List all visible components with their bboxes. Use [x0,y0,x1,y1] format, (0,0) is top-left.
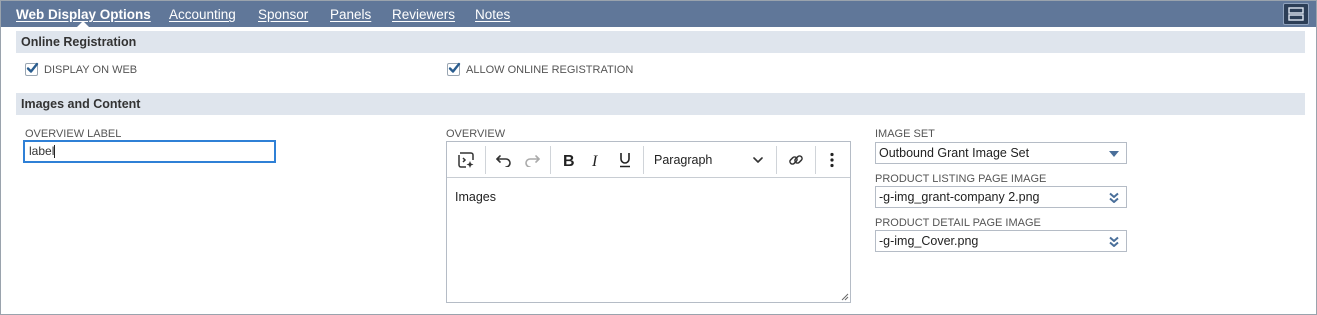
redo-icon [525,154,540,167]
tab-panels[interactable]: Panels [330,1,371,27]
text-cursor [54,145,56,159]
section-header-images-and-content: Images and Content [16,93,1305,115]
image-set-value: Outbound Grant Image Set [879,146,1030,160]
section-header-online-registration: Online Registration [16,31,1305,53]
allow-online-registration-checkbox[interactable]: ALLOW ONLINE REGISTRATION [447,62,634,76]
dropdown-arrow-icon [1109,151,1119,157]
more-options-button[interactable] [820,146,844,174]
toolbar-separator [485,145,486,174]
svg-text:B: B [563,153,575,168]
link-icon [789,154,803,165]
svg-text:I: I [591,153,598,168]
product-listing-image-select[interactable]: -g-img_grant-company 2.png [875,186,1127,208]
overview-field-label: OVERVIEW [446,128,506,140]
double-chevron-down-icon [1109,236,1119,247]
product-detail-image-field-label: PRODUCT DETAIL PAGE IMAGE [875,217,1041,229]
image-set-field-label: IMAGE SET [875,128,935,140]
checkmark-icon [448,62,461,73]
insert-link-button[interactable] [781,146,811,174]
toolbar-separator [776,145,777,174]
product-detail-image-value: -g-img_Cover.png [879,234,979,248]
ai-assistant-button[interactable] [451,146,481,174]
display-on-web-label: DISPLAY ON WEB [44,63,138,76]
tab-reviewers[interactable]: Reviewers [392,1,455,27]
ai-assistant-icon [458,151,474,168]
product-listing-image-value: -g-img_grant-company 2.png [879,190,1040,204]
web-display-options-panel: Web Display Options Accounting Sponsor P… [0,0,1317,315]
paragraph-format-value: Paragraph [654,152,713,167]
product-listing-image-field-label: PRODUCT LISTING PAGE IMAGE [875,173,1047,185]
allow-online-registration-label: ALLOW ONLINE REGISTRATION [466,63,634,76]
double-chevron-down-icon [1109,192,1119,203]
chevron-down-icon [753,156,763,163]
toolbar-separator [643,145,644,174]
more-vertical-icon [830,152,834,167]
editor-content-text: Images [455,190,496,204]
editor-content-area[interactable]: Images [447,178,850,216]
italic-button[interactable]: I [583,146,611,174]
paragraph-format-select[interactable]: Paragraph [648,146,772,174]
underline-icon [620,153,630,168]
overview-rich-text-editor[interactable]: B I Paragraph Images [446,141,851,303]
overview-label-input[interactable]: label [23,140,276,163]
redo-button[interactable] [518,146,546,174]
bold-button[interactable]: B [555,146,583,174]
bold-icon: B [563,153,575,168]
tab-sponsor[interactable]: Sponsor [258,1,308,27]
tab-web-display-options[interactable]: Web Display Options [16,1,151,27]
checkbox-display-on-web[interactable] [25,62,39,76]
resize-grip-icon[interactable] [840,292,849,301]
checkbox-allow-online-registration[interactable] [447,62,461,76]
italic-icon: I [591,153,598,168]
toolbar-separator [550,145,551,174]
display-on-web-checkbox[interactable]: DISPLAY ON WEB [25,62,138,76]
tab-notes[interactable]: Notes [475,1,510,27]
checkmark-icon [26,62,39,73]
undo-icon [496,154,511,167]
layout-toggle-button[interactable] [1283,3,1309,25]
tab-accounting[interactable]: Accounting [169,1,236,27]
underline-button[interactable] [611,146,639,174]
toolbar-separator [815,145,816,174]
editor-toolbar: B I Paragraph [447,142,850,178]
subtab-bar: Web Display Options Accounting Sponsor P… [1,1,1316,27]
image-set-select[interactable]: Outbound Grant Image Set [875,142,1127,164]
overview-label-value: label [29,144,55,158]
undo-button[interactable] [490,146,518,174]
product-detail-image-select[interactable]: -g-img_Cover.png [875,230,1127,252]
overview-label-field-label: OVERVIEW LABEL [25,128,122,140]
layout-rows-icon [1288,7,1304,21]
